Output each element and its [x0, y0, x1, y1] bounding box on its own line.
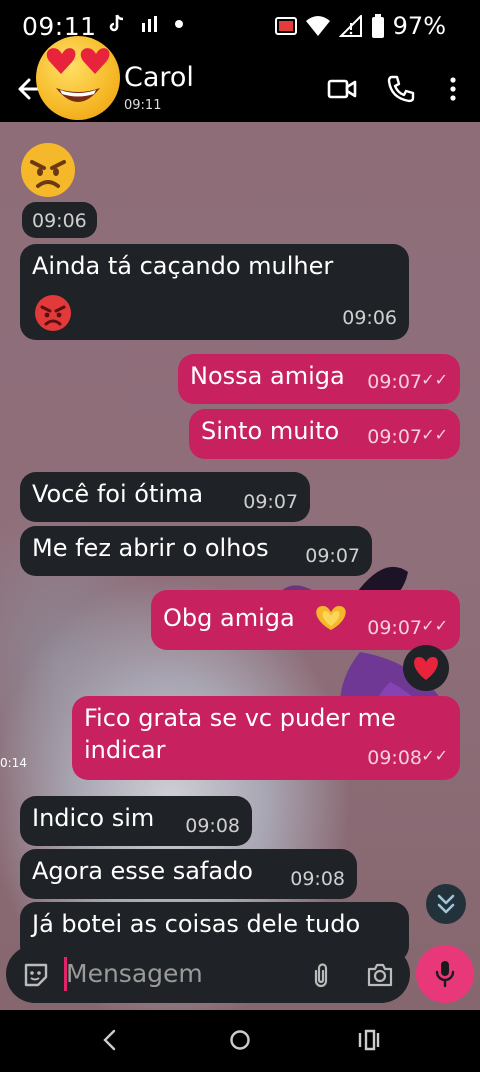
- message-time: 09:06: [32, 210, 87, 232]
- attach-icon[interactable]: [310, 961, 332, 989]
- outgoing-message[interactable]: Fico grata se vc puder me indicar 09:08 …: [72, 696, 460, 780]
- voice-record-button[interactable]: [416, 945, 474, 1003]
- outgoing-message[interactable]: Nossa amiga 09:07 ✓✓: [178, 354, 460, 404]
- message-time: 09:07: [367, 371, 422, 393]
- read-ticks-icon: ✓✓: [421, 616, 448, 635]
- tiktok-icon: [109, 14, 124, 32]
- nav-back-icon[interactable]: [98, 1028, 122, 1052]
- message-time: 09:08: [185, 815, 240, 837]
- message-text: Indico sim: [32, 804, 155, 832]
- message-text: Ainda tá caçando mulher: [32, 252, 334, 280]
- signal-app-icon: [142, 16, 157, 32]
- cell-signal-icon: [338, 15, 362, 37]
- message-text: Você foi ótima: [32, 480, 204, 508]
- message-time: 09:07: [305, 545, 360, 567]
- message-text: Agora esse safado: [32, 857, 253, 885]
- contact-name[interactable]: Carol: [124, 62, 194, 93]
- incoming-message[interactable]: Me fez abrir o olhos 09:07: [20, 526, 372, 576]
- message-time-chip: 09:06: [22, 202, 97, 238]
- read-ticks-icon: ✓✓: [421, 746, 448, 765]
- message-text: Obg amiga: [163, 604, 295, 632]
- reaction-badge[interactable]: [403, 645, 449, 691]
- double-chevron-down-icon: [437, 894, 455, 914]
- microphone-icon: [435, 961, 455, 988]
- chat-header: Carol 09:11: [0, 36, 480, 122]
- message-time: 09:08: [367, 747, 422, 769]
- incoming-message[interactable]: Você foi ótima 09:07: [20, 472, 310, 522]
- battery-icon: [371, 14, 384, 38]
- battery-percent: 97%: [392, 12, 446, 40]
- outgoing-message[interactable]: Sinto muito 09:07 ✓✓: [189, 409, 460, 459]
- message-time: 09:08: [290, 868, 345, 890]
- sticker-icon[interactable]: [22, 961, 50, 989]
- heart-hands-emoji: [316, 606, 346, 630]
- nav-home-icon[interactable]: [228, 1028, 252, 1052]
- phone-call-icon[interactable]: [386, 74, 416, 104]
- side-timer-label: 0:14: [0, 756, 27, 770]
- last-seen: 09:11: [124, 98, 162, 113]
- avatar[interactable]: [36, 36, 120, 120]
- scroll-to-bottom-button[interactable]: [426, 884, 466, 924]
- incoming-message[interactable]: Agora esse safado 09:08: [20, 849, 357, 899]
- message-input[interactable]: Mensagem: [66, 959, 203, 988]
- read-ticks-icon: ✓✓: [421, 370, 448, 389]
- more-options-icon[interactable]: [438, 74, 468, 104]
- message-time: 09:07: [243, 491, 298, 513]
- message-text: Já botei as coisas dele tudo: [32, 910, 361, 938]
- wifi-icon: [305, 16, 330, 36]
- video-call-icon[interactable]: [327, 74, 357, 104]
- message-time: 09:07: [367, 426, 422, 448]
- dot-icon: [175, 20, 183, 28]
- red-heart-icon: [414, 657, 438, 680]
- message-text: Sinto muito: [201, 417, 340, 445]
- nav-recents-icon[interactable]: [356, 1028, 382, 1052]
- message-text: Me fez abrir o olhos: [32, 534, 269, 562]
- chat-area[interactable]: 0:14 09:06 Ainda tá caçando mulher 09:06…: [0, 122, 480, 1010]
- system-navigation-bar: [0, 1010, 480, 1072]
- outgoing-message[interactable]: Obg amiga 09:07 ✓✓: [151, 590, 460, 650]
- message-time: 09:07: [367, 617, 422, 639]
- incoming-message[interactable]: Ainda tá caçando mulher 09:06: [20, 244, 409, 340]
- incoming-message[interactable]: Indico sim 09:08: [20, 796, 252, 846]
- status-notification-icons: [108, 14, 184, 34]
- status-system-icons: 97%: [274, 12, 446, 40]
- camera-icon[interactable]: [366, 962, 394, 988]
- cast-icon: [274, 17, 297, 35]
- message-time: 09:06: [342, 307, 397, 329]
- pouting-face-emoji: [35, 295, 71, 331]
- message-text: Nossa amiga: [190, 362, 345, 390]
- message-composer[interactable]: Mensagem: [6, 945, 410, 1003]
- heart-eyes-icon: [46, 48, 110, 102]
- angry-face-emoji: [21, 143, 75, 197]
- read-ticks-icon: ✓✓: [421, 425, 448, 444]
